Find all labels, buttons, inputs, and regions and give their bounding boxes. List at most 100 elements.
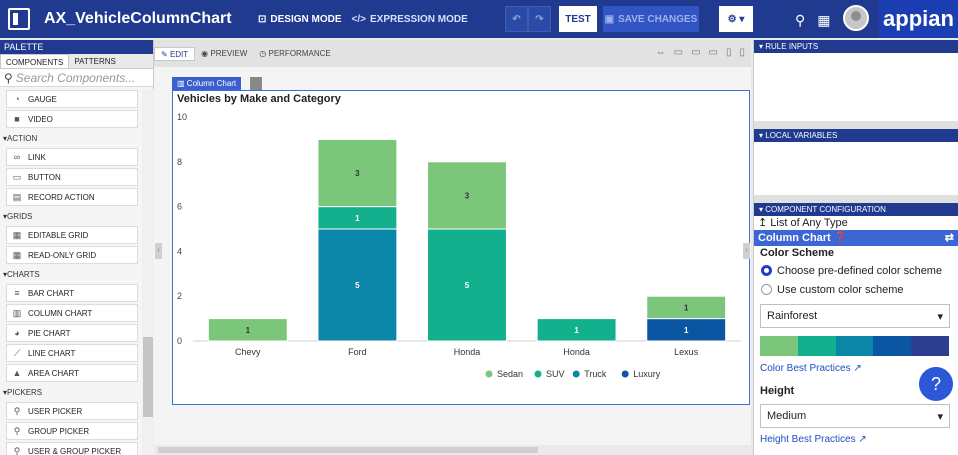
legend-label: SUV — [546, 369, 565, 379]
tab-components[interactable]: COMPONENTS — [0, 54, 70, 68]
y-tick-label: 4 — [177, 246, 182, 256]
avatar[interactable] — [842, 5, 869, 31]
palette-item[interactable]: ⟋ LINE CHART — [6, 344, 138, 362]
color-scheme-label: Color Scheme — [760, 247, 834, 259]
radio-unselected-icon — [761, 284, 772, 295]
column-chart-icon: ▥ — [12, 307, 22, 318]
canvas-scroll-thumb[interactable] — [158, 447, 538, 453]
tab-edit[interactable]: ✎ EDIT — [154, 46, 196, 61]
palette-item[interactable]: ∞ LINK — [6, 148, 138, 166]
record-action-icon: ▤ — [12, 191, 22, 202]
area-chart-icon: ▲ — [12, 367, 22, 378]
test-button[interactable]: TEST — [559, 6, 597, 32]
column-chart-component[interactable]: Vehicles by Make and Category 0 2 4 6 8 10 1 Ch… — [172, 90, 750, 405]
palette-scrollbar[interactable] — [142, 89, 154, 455]
design-canvas: ▥ Column Chart Vehicles by Make and Cate… — [154, 67, 751, 455]
phone-icon[interactable]: ▯ — [739, 47, 745, 58]
y-tick-label: 0 — [177, 336, 182, 346]
palette-item[interactable]: ⚲ USER & GROUP PICKER — [6, 442, 138, 455]
tab-performance[interactable]: ◷ PERFORMANCE — [253, 47, 336, 61]
collapse-left-icon[interactable]: ‹ — [155, 243, 162, 259]
legend-marker — [621, 370, 629, 378]
legend-label: Sedan — [497, 369, 523, 379]
canvas-horizontal-scrollbar[interactable] — [154, 445, 751, 455]
design-mode-button[interactable]: ⊡ DESIGN MODE — [258, 14, 342, 25]
app-title: AX_VehicleColumnChart — [44, 10, 232, 27]
palette-item[interactable]: ⚲ GROUP PICKER — [6, 422, 138, 440]
help-icon[interactable]: ❓ — [834, 232, 848, 244]
help-button[interactable]: ? — [917, 365, 955, 403]
settings-button[interactable]: ⚙ ▾ — [719, 6, 753, 32]
component-tag[interactable]: ▥ Column Chart — [172, 77, 242, 90]
expression-mode-button[interactable]: </> EXPRESSION MODE — [352, 14, 468, 25]
color-swatch — [873, 336, 912, 356]
radio-selected-icon — [761, 265, 772, 276]
palette-item[interactable]: ⚲ USER PICKER — [6, 402, 138, 420]
height-select[interactable]: Medium ▾ — [760, 404, 950, 428]
desktop-icon[interactable]: ▭ — [674, 47, 683, 58]
x-tick-label: Honda — [563, 347, 590, 357]
tab-preview[interactable]: ◉ PREVIEW — [195, 47, 253, 61]
palette-section-header[interactable]: ▾ CHARTS — [0, 266, 141, 283]
y-tick-label: 8 — [177, 157, 182, 167]
collapse-right-icon[interactable]: › — [743, 243, 750, 259]
x-tick-label: Ford — [348, 347, 367, 357]
undo-button[interactable]: ↶ — [505, 6, 528, 32]
fit-width-icon[interactable]: ⇔ — [656, 47, 666, 58]
data-label: 3 — [355, 169, 360, 178]
component-configuration-header[interactable]: ▾ COMPONENT CONFIGURATION — [754, 203, 958, 216]
legend-marker — [534, 370, 542, 378]
data-label: 1 — [246, 326, 251, 335]
read-only-grid-icon: ▦ — [12, 249, 22, 260]
palette-section-header[interactable]: ▾ GRIDS — [0, 208, 141, 225]
palette-title: PALETTE — [0, 40, 153, 54]
top-bar: AX_VehicleColumnChart ⊡ DESIGN MODE </> … — [0, 0, 958, 38]
external-link-icon: ↗ — [853, 363, 862, 374]
component-menu-button[interactable] — [250, 77, 262, 90]
search-icon: ⚲ — [4, 70, 13, 85]
device-preview-icons: ⇔ ▭ ▭ ▭ ▯ ▯ — [656, 47, 745, 58]
chevron-down-icon: ▾ — [937, 310, 943, 323]
app-grid-icon[interactable]: ▦ — [817, 12, 830, 29]
color-scheme-swatches — [760, 336, 949, 356]
palette-section-header[interactable]: ▾ ACTION — [0, 130, 141, 147]
palette-item[interactable]: ▲ AREA CHART — [6, 364, 138, 382]
y-tick-label: 2 — [177, 291, 182, 301]
component-name-bar: Column Chart ❓ ⇄ — [754, 230, 958, 246]
palette-item[interactable]: ■ VIDEO — [6, 110, 138, 128]
radio-predefined-scheme[interactable]: Choose pre-defined color scheme — [754, 261, 958, 280]
data-label: 1 — [574, 326, 579, 335]
save-changes-button[interactable]: ▣ SAVE CHANGES — [603, 6, 699, 32]
swap-icon[interactable]: ⇄ — [945, 230, 954, 246]
pie-chart-icon: ◕ — [14, 327, 20, 338]
palette-scroll-thumb[interactable] — [143, 337, 153, 417]
palette-section-header[interactable]: ▾ PICKERS — [0, 384, 141, 401]
search-objects-icon[interactable]: ⚲ — [795, 12, 805, 29]
laptop-icon[interactable]: ▭ — [709, 47, 718, 58]
monitor-icon[interactable]: ▭ — [691, 47, 700, 58]
palette-item[interactable]: ≡ BAR CHART — [6, 284, 138, 302]
rule-inputs-header[interactable]: ▾ RULE INPUTS — [754, 40, 958, 53]
palette-item[interactable]: ▥ COLUMN CHART — [6, 304, 138, 322]
palette-item[interactable]: ▦ READ-ONLY GRID — [6, 246, 138, 264]
palette-item[interactable]: ▦ EDITABLE GRID — [6, 226, 138, 244]
data-label: 1 — [355, 214, 360, 223]
tab-patterns[interactable]: PATTERNS — [69, 54, 120, 68]
local-variables-header[interactable]: ▾ LOCAL VARIABLES — [754, 129, 958, 142]
question-icon: ? — [930, 374, 941, 394]
data-label: 5 — [465, 281, 470, 290]
height-best-practices-link[interactable]: Height Best Practices ↗ — [754, 433, 958, 447]
color-scheme-select[interactable]: Rainforest ▾ — [760, 304, 950, 328]
palette-item[interactable]: ▭ BUTTON — [6, 168, 138, 186]
right-panel: ▾ RULE INPUTS ▾ LOCAL VARIABLES ▾ COMPON… — [753, 40, 958, 455]
radio-custom-scheme[interactable]: Use custom color scheme — [754, 280, 958, 299]
palette-item[interactable]: ▤ RECORD ACTION — [6, 188, 138, 206]
design-mode-icon: ⊡ — [258, 13, 267, 25]
palette-item[interactable]: ◔ GAUGE — [6, 90, 138, 108]
chevron-down-icon: ▾ — [937, 410, 943, 423]
redo-button[interactable]: ↷ — [528, 6, 551, 32]
palette-item[interactable]: ◕ PIE CHART — [6, 324, 138, 342]
tablet-icon[interactable]: ▯ — [726, 47, 732, 58]
component-search-input[interactable]: ⚲ Search Components... — [0, 69, 153, 87]
x-tick-label: Lexus — [674, 347, 699, 357]
